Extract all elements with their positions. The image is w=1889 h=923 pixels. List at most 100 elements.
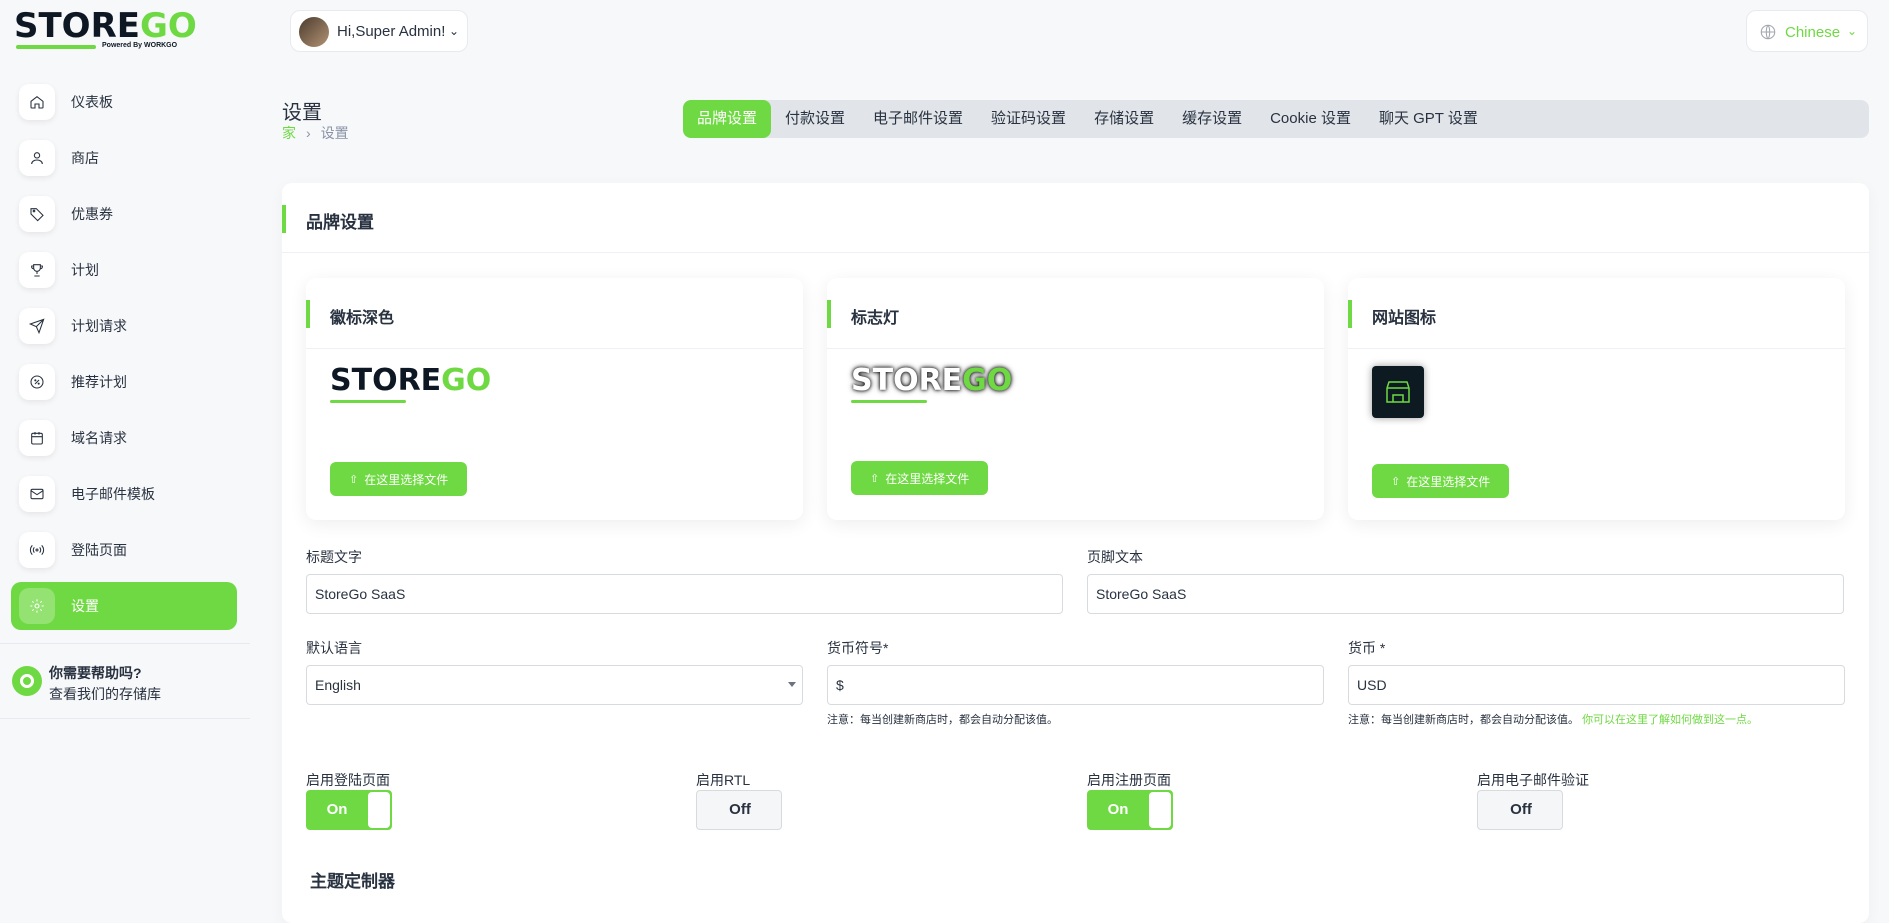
- title-text-input[interactable]: StoreGo SaaS: [306, 574, 1063, 614]
- breadcrumb-home-link[interactable]: 家: [282, 125, 296, 141]
- card-title: 品牌设置: [306, 213, 374, 232]
- sidebar-item-coupons[interactable]: 优惠券: [11, 190, 237, 238]
- email-verification-toggle[interactable]: Off: [1477, 790, 1563, 830]
- caret-down-icon: [788, 682, 796, 687]
- sidebar-item-email-templates[interactable]: 电子邮件模板: [11, 470, 237, 518]
- chevron-down-icon: ⌄: [449, 24, 460, 38]
- light-logo-title: 标志灯: [851, 310, 900, 327]
- dark-logo-upload-button[interactable]: ⇧ 在这里选择文件: [330, 462, 468, 496]
- dark-logo-card: 徽标深色 STOREGO ⇧ 在这里选择文件: [306, 278, 803, 520]
- signup-page-toggle-label: 启用注册页面: [1087, 772, 1171, 788]
- currency-note: 注意：每当创建新商店时，都会自动分配该值。 你可以在这里了解如何做到这一点。: [1348, 714, 1759, 726]
- sidebar-item-label: 推荐计划: [71, 374, 127, 390]
- landing-page-toggle[interactable]: On: [306, 790, 392, 830]
- sidebar-item-label: 设置: [71, 598, 99, 614]
- tab-cookie-settings[interactable]: Cookie 设置: [1256, 100, 1365, 138]
- logo-underline: [16, 45, 96, 49]
- home-icon: [19, 84, 55, 120]
- settings-tabs: 品牌设置 付款设置 电子邮件设置 验证码设置 存储设置 缓存设置 Cookie …: [683, 100, 1869, 138]
- card-header: 品牌设置: [282, 183, 1869, 253]
- store-icon: [1372, 366, 1424, 418]
- sidebar-item-landing-page[interactable]: 登陆页面: [11, 526, 237, 574]
- landing-page-toggle-label: 启用登陆页面: [306, 772, 390, 788]
- globe-icon: [1760, 24, 1776, 40]
- gear-icon: [19, 588, 55, 624]
- sidebar-item-label: 计划请求: [71, 318, 127, 334]
- user-icon: [19, 140, 55, 176]
- lifebuoy-icon: [12, 666, 42, 696]
- sidebar-item-label: 计划: [71, 262, 99, 278]
- sidebar-item-stores[interactable]: 商店: [11, 134, 237, 182]
- user-menu[interactable]: Hi,Super Admin! ⌄: [290, 10, 468, 52]
- dark-logo-title: 徽标深色: [330, 310, 395, 327]
- light-logo-upload-button[interactable]: ⇧ 在这里选择文件: [851, 461, 989, 495]
- favicon-title: 网站图标: [1372, 310, 1437, 327]
- footer-text-input[interactable]: StoreGo SaaS: [1087, 574, 1844, 614]
- help-subtitle: 查看我们的存储库: [49, 686, 161, 702]
- calendar-icon: [19, 420, 55, 456]
- chevron-down-icon: ⌄: [1847, 24, 1858, 38]
- upload-icon: ⇧: [870, 472, 880, 485]
- currency-symbol-label: 货币符号*: [827, 640, 889, 656]
- language-value: Chinese: [1785, 24, 1841, 41]
- language-selector[interactable]: Chinese ⌄: [1746, 10, 1868, 52]
- tab-cache-settings[interactable]: 缓存设置: [1168, 100, 1256, 138]
- breadcrumb: 家 › 设置: [282, 123, 349, 143]
- default-language-select[interactable]: English: [306, 665, 803, 705]
- tab-brand-settings[interactable]: 品牌设置: [683, 100, 772, 138]
- light-logo-preview: STOREGO: [851, 366, 1021, 416]
- currency-help-link[interactable]: 你可以在这里了解如何做到这一点。: [1582, 714, 1758, 726]
- tab-email-settings[interactable]: 电子邮件设置: [859, 100, 977, 138]
- currency-symbol-note: 注意：每当创建新商店时，都会自动分配该值。: [827, 714, 1058, 726]
- page-title: 设置: [282, 102, 322, 124]
- logo-main-text: STORE: [14, 6, 140, 46]
- sidebar-item-plans[interactable]: 计划: [11, 246, 237, 294]
- currency-symbol-input[interactable]: $: [827, 665, 1324, 705]
- avatar: [299, 17, 329, 47]
- rtl-toggle[interactable]: Off: [696, 790, 782, 830]
- logo-accent-text: GO: [140, 6, 197, 46]
- dark-logo-preview: STOREGO: [330, 366, 500, 416]
- email-verification-toggle-label: 启用电子邮件验证: [1477, 772, 1589, 788]
- currency-label: 货币 *: [1348, 640, 1386, 656]
- upload-icon: ⇧: [349, 473, 359, 486]
- sidebar-item-label: 登陆页面: [71, 542, 127, 558]
- favicon-upload-button[interactable]: ⇧ 在这里选择文件: [1372, 464, 1510, 498]
- rtl-toggle-label: 启用RTL: [696, 772, 751, 788]
- logo-subtext: Powered By WORKGO: [102, 42, 178, 49]
- favicon-card: 网站图标 ⇧ 在这里选择文件: [1348, 278, 1845, 520]
- signup-page-toggle[interactable]: On: [1087, 790, 1173, 830]
- sidebar-item-plan-requests[interactable]: 计划请求: [11, 302, 237, 350]
- sidebar-item-dashboard[interactable]: 仪表板: [11, 78, 237, 126]
- sidebar-item-domain-requests[interactable]: 域名请求: [11, 414, 237, 462]
- upload-icon: ⇧: [1391, 475, 1401, 488]
- sidebar-nav: 仪表板 商店 优惠券 计划 计划请求 推荐计划 域名请求 电子邮件模板 登陆页面…: [11, 78, 237, 638]
- tab-storage-settings[interactable]: 存储设置: [1080, 100, 1168, 138]
- storego-logo[interactable]: STOREGO Powered By WORKGO: [14, 6, 197, 52]
- title-text-label: 标题文字: [306, 549, 362, 565]
- breadcrumb-separator: ›: [306, 125, 311, 141]
- sidebar: STOREGO Powered By WORKGO 仪表板 商店 优惠券 计划 …: [0, 0, 250, 906]
- discount-icon: [19, 364, 55, 400]
- sidebar-item-referral[interactable]: 推荐计划: [11, 358, 237, 406]
- send-icon: [19, 308, 55, 344]
- help-box[interactable]: 你需要帮助吗? 查看我们的存储库: [0, 643, 250, 719]
- sidebar-item-label: 商店: [71, 150, 99, 166]
- tab-chatgpt-settings[interactable]: 聊天 GPT 设置: [1365, 100, 1492, 138]
- theme-customizer-title: 主题定制器: [310, 872, 395, 891]
- currency-input[interactable]: USD: [1348, 665, 1845, 705]
- tab-payment-settings[interactable]: 付款设置: [771, 100, 859, 138]
- help-title: 你需要帮助吗?: [49, 665, 142, 681]
- sidebar-item-label: 电子邮件模板: [71, 486, 155, 502]
- footer-text-label: 页脚文本: [1087, 549, 1143, 565]
- tab-captcha-settings[interactable]: 验证码设置: [977, 100, 1080, 138]
- default-language-label: 默认语言: [306, 640, 362, 656]
- sidebar-item-label: 优惠券: [71, 206, 113, 222]
- trophy-icon: [19, 252, 55, 288]
- brand-settings-card: 品牌设置 徽标深色 STOREGO ⇧ 在这里选择文件 标志灯 STOREGO ⇧…: [282, 183, 1869, 923]
- sidebar-item-settings[interactable]: 设置: [11, 582, 237, 630]
- sidebar-item-label: 仪表板: [71, 94, 113, 110]
- mail-icon: [19, 476, 55, 512]
- breadcrumb-current: 设置: [320, 125, 349, 141]
- broadcast-icon: [19, 532, 55, 568]
